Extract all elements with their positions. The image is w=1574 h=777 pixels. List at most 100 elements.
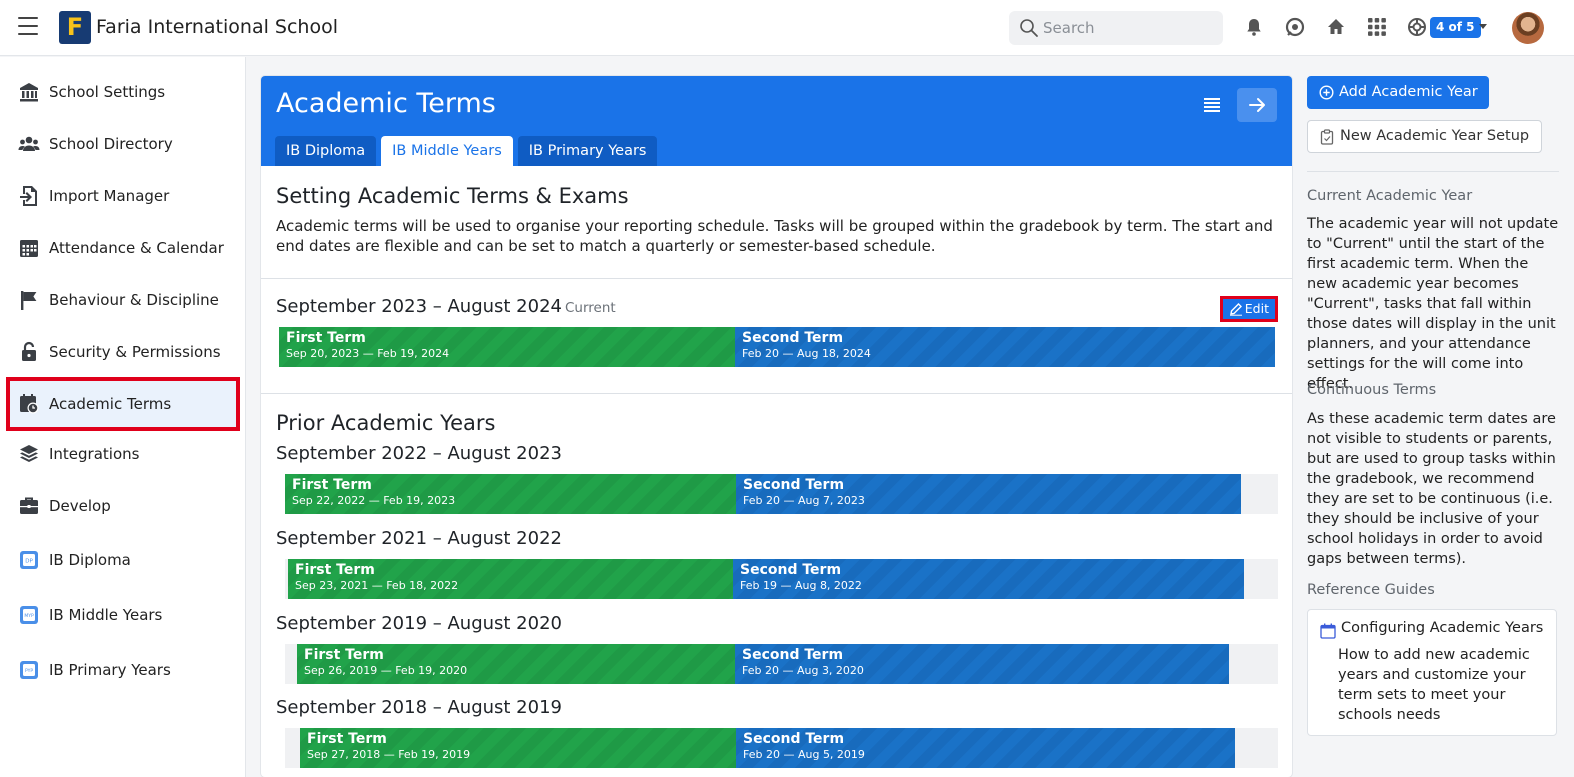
expand-arrow-button[interactable] [1237, 88, 1277, 122]
sidebar-item-behaviour-discipline[interactable]: Behaviour & Discipline [8, 277, 238, 323]
divider [1307, 171, 1559, 172]
sidebar-item-label: School Settings [49, 83, 166, 101]
sidebar-item-develop[interactable]: Develop [8, 483, 238, 529]
sidebar: School Settings School Directory Import … [0, 57, 246, 777]
page-title: Academic Terms [276, 88, 496, 119]
tab-ib-middle-years[interactable]: IB Middle Years [381, 136, 513, 166]
search-icon [1020, 19, 1038, 37]
term-block[interactable]: First Term Sep 26, 2019 — Feb 19, 2020 [297, 644, 735, 684]
add-academic-year-label: Add Academic Year [1339, 84, 1478, 100]
term-track: First Term Sep 22, 2022 — Feb 19, 2023 S… [285, 474, 1278, 514]
user-avatar[interactable] [1512, 12, 1544, 44]
sidebar-item-school-settings[interactable]: School Settings [8, 69, 238, 115]
sidebar-item-academic-terms[interactable]: Academic Terms [6, 377, 240, 431]
term-block[interactable]: Second Term Feb 20 — Aug 3, 2020 [735, 644, 1229, 684]
sidebar-item-label: Security & Permissions [49, 343, 221, 361]
term-name: Second Term [743, 731, 845, 747]
term-name: Second Term [742, 330, 844, 346]
hamburger-menu-icon[interactable] [18, 17, 38, 35]
year-title-text: September 2023 – August 2024 [276, 296, 562, 317]
flag-icon [21, 291, 37, 310]
term-name: Second Term [743, 477, 845, 493]
sidebar-item-label: School Directory [49, 135, 173, 153]
term-block[interactable]: Second Term Feb 20 — Aug 18, 2024 [735, 327, 1275, 367]
sidebar-item-label: Attendance & Calendar [49, 239, 224, 257]
sidebar-item-ib-primary-years[interactable]: PYP IB Primary Years [8, 647, 238, 693]
svg-text:MYP: MYP [24, 613, 34, 619]
guide-title[interactable]: Configuring Academic Years [1341, 620, 1543, 636]
calendar-clock-icon [20, 394, 39, 414]
plus-circle-icon [1319, 85, 1334, 100]
ib-dp-icon: DP [20, 551, 38, 569]
sidebar-item-ib-diploma[interactable]: DP IB Diploma [8, 537, 238, 583]
arrow-right-icon [1249, 98, 1265, 112]
sidebar-item-security-permissions[interactable]: Security & Permissions [8, 329, 238, 375]
schools-count-badge[interactable]: 4 of 5 [1430, 17, 1481, 38]
academic-terms-card: Academic Terms IB Diploma IB Middle Year… [261, 76, 1292, 777]
current-year-title: September 2023 – August 2024 Current [276, 296, 616, 317]
sidebar-item-attendance-calendar[interactable]: Attendance & Calendar [8, 225, 238, 271]
reference-guide-card[interactable]: Configuring Academic Years How to add ne… [1307, 609, 1557, 736]
sidebar-item-school-directory[interactable]: School Directory [8, 121, 238, 167]
guide-description: How to add new academic years and custom… [1338, 647, 1530, 723]
continuous-terms-heading: Continuous Terms [1307, 382, 1437, 398]
year-title: September 2018 – August 2019 [276, 697, 562, 718]
term-dates: Feb 20 — Aug 5, 2019 [743, 748, 865, 761]
term-block[interactable]: Second Term Feb 20 — Aug 7, 2023 [736, 474, 1241, 514]
edit-button[interactable]: Edit [1220, 296, 1278, 322]
sidebar-item-label: Behaviour & Discipline [49, 291, 219, 309]
search-input[interactable] [1043, 11, 1213, 45]
tab-ib-primary-years[interactable]: IB Primary Years [517, 136, 658, 166]
current-academic-year-heading: Current Academic Year [1307, 188, 1473, 204]
term-name: First Term [304, 647, 384, 663]
term-name: Second Term [742, 647, 844, 663]
chevron-down-icon[interactable] [1479, 24, 1487, 29]
term-track: First Term Sep 27, 2018 — Feb 19, 2019 S… [285, 728, 1278, 768]
term-name: First Term [292, 477, 372, 493]
apps-grid-icon[interactable] [1366, 16, 1388, 38]
svg-text:DP: DP [25, 559, 33, 565]
sidebar-item-ib-middle-years[interactable]: MYP IB Middle Years [8, 592, 238, 638]
term-dates: Sep 20, 2023 — Feb 19, 2024 [286, 347, 450, 360]
chat-icon[interactable] [1284, 16, 1306, 38]
add-academic-year-button[interactable]: Add Academic Year [1307, 76, 1489, 109]
year-title: September 2019 – August 2020 [276, 613, 562, 634]
clipboard-icon [1320, 129, 1334, 145]
home-icon[interactable] [1325, 16, 1347, 38]
divider [261, 278, 1292, 279]
calendar-icon [1320, 623, 1336, 639]
term-dates: Sep 27, 2018 — Feb 19, 2019 [307, 748, 471, 761]
term-block[interactable]: First Term Sep 27, 2018 — Feb 19, 2019 [300, 728, 736, 768]
layers-icon [20, 445, 38, 462]
new-academic-year-setup-button[interactable]: New Academic Year Setup [1307, 120, 1543, 153]
schools-switcher-icon[interactable] [1406, 16, 1428, 38]
term-block[interactable]: Second Term Feb 19 — Aug 8, 2022 [733, 559, 1244, 599]
sidebar-item-integrations[interactable]: Integrations [8, 431, 238, 477]
sidebar-item-label: Import Manager [49, 187, 170, 205]
current-tag: Current [565, 300, 616, 316]
reference-guides-heading: Reference Guides [1307, 582, 1435, 598]
school-logo[interactable]: F [59, 11, 91, 44]
sidebar-item-label: IB Middle Years [49, 606, 163, 624]
sidebar-item-label: Develop [49, 497, 111, 515]
term-dates: Sep 23, 2021 — Feb 18, 2022 [295, 579, 459, 592]
year-title: September 2021 – August 2022 [276, 528, 562, 549]
term-block[interactable]: Second Term Feb 20 — Aug 5, 2019 [736, 728, 1235, 768]
top-bar: F Faria International School 4 of 5 [0, 0, 1574, 56]
lock-open-icon [22, 341, 36, 361]
section-title: Setting Academic Terms & Exams [276, 184, 629, 208]
sidebar-item-label: Integrations [49, 445, 140, 463]
tab-ib-diploma[interactable]: IB Diploma [275, 136, 377, 166]
term-block[interactable]: First Term Sep 20, 2023 — Feb 19, 2024 [279, 327, 735, 367]
term-track: First Term Sep 23, 2021 — Feb 18, 2022 S… [285, 559, 1278, 599]
sidebar-item-label: IB Diploma [49, 551, 131, 569]
term-block[interactable]: First Term Sep 22, 2022 — Feb 19, 2023 [285, 474, 736, 514]
term-name: First Term [295, 562, 375, 578]
term-block[interactable]: First Term Sep 23, 2021 — Feb 18, 2022 [288, 559, 733, 599]
sidebar-item-import-manager[interactable]: Import Manager [8, 173, 238, 219]
card-header: Academic Terms IB Diploma IB Middle Year… [261, 76, 1292, 166]
edit-label: Edit [1244, 301, 1269, 316]
bell-icon[interactable] [1243, 16, 1265, 38]
list-view-icon[interactable] [1203, 97, 1221, 113]
search-box[interactable] [1009, 11, 1223, 45]
